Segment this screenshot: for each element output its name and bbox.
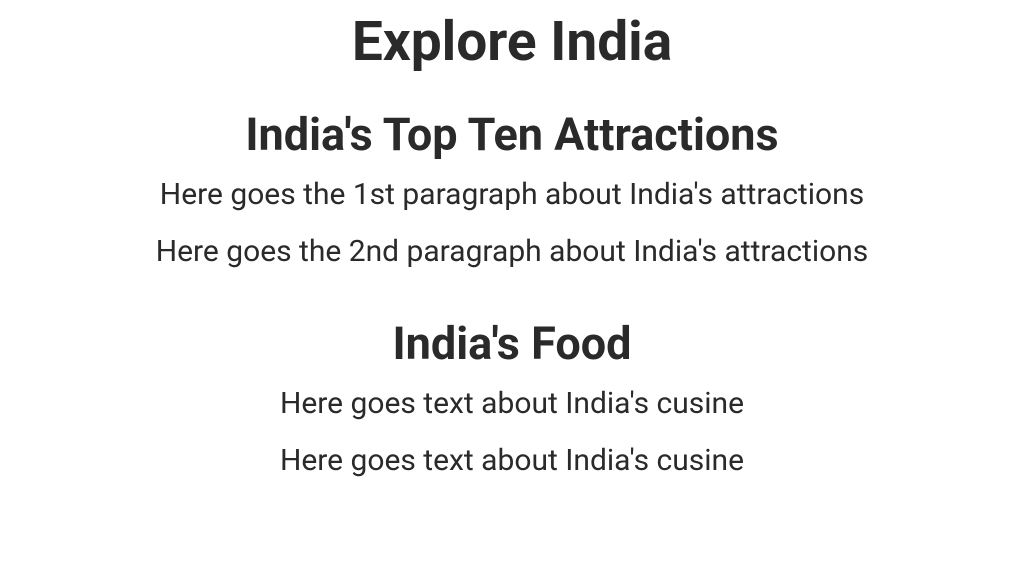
paragraph: Here goes text about India's cusine — [280, 386, 744, 421]
paragraph: Here goes text about India's cusine — [280, 443, 744, 478]
section-attractions: India's Top Ten Attractions Here goes th… — [156, 100, 869, 291]
section-heading: India's Food — [393, 317, 632, 370]
paragraph: Here goes the 2nd paragraph about India'… — [156, 234, 869, 269]
page-title: Explore India — [352, 10, 672, 74]
section-heading: India's Top Ten Attractions — [245, 108, 778, 161]
paragraph: Here goes the 1st paragraph about India'… — [160, 177, 864, 212]
section-food: India's Food Here goes text about India'… — [280, 309, 744, 500]
